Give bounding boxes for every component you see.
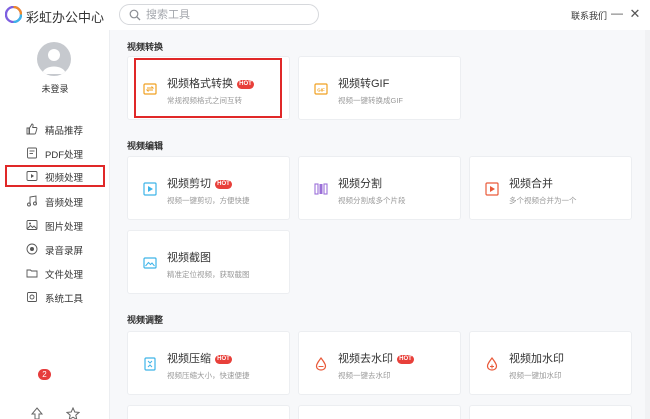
card-description: 视频一键剪切，方便快捷: [167, 196, 250, 205]
sidebar-item-recommended[interactable]: 精品推荐: [5, 118, 105, 140]
card-title: 视频转GIF: [338, 78, 390, 90]
gif-icon: GIF: [314, 83, 328, 95]
card-video-split[interactable]: 视频分割 视频分割成多个片段: [298, 156, 461, 220]
sidebar-item-label: PDF处理: [45, 150, 84, 161]
card-title: 视频剪切 HOT: [167, 175, 232, 191]
card-description: 视频一键加水印: [509, 371, 562, 380]
card-video-screenshot[interactable]: 视频截图 精准定位视频，获取截图: [127, 230, 290, 294]
music-icon: [27, 195, 37, 207]
card-description: 视频压缩大小，快速便捷: [167, 371, 250, 380]
sidebar-item-video[interactable]: 视频处理: [5, 165, 105, 187]
rainbow-logo-icon: [5, 6, 22, 23]
sidebar-item-record[interactable]: 录音录屏: [5, 238, 105, 260]
video-icon: [26, 171, 38, 181]
thumbs-up-icon: [26, 123, 38, 135]
folder-icon: [26, 269, 38, 278]
selection-highlight: [134, 58, 282, 118]
card-partial[interactable]: [127, 405, 290, 419]
search-box[interactable]: [119, 4, 319, 25]
search-input[interactable]: [146, 7, 311, 23]
sidebar-item-image[interactable]: 图片处理: [5, 214, 105, 236]
card-video-add-watermark[interactable]: 视频加水印 视频一键加水印: [469, 331, 632, 395]
card-partial[interactable]: [469, 405, 632, 419]
card-video-compress[interactable]: 视频压缩 HOT 视频压缩大小，快速便捷: [127, 331, 290, 395]
sidebar-item-label: 录音录屏: [45, 246, 84, 257]
search-icon: [129, 9, 141, 21]
card-video-to-gif[interactable]: GIF 视频转GIF 视频一键转换成GIF: [298, 56, 461, 120]
app-title: 彩虹办公中心: [26, 10, 105, 25]
scrollbar[interactable]: [645, 30, 650, 419]
card-title: 视频去水印 HOT: [338, 350, 414, 366]
card-description: 视频分割成多个片段: [338, 196, 406, 205]
card-title: 视频合并: [509, 178, 553, 190]
title-bar: 彩虹办公中心 联系我们 — ✕: [0, 0, 650, 30]
sidebar-item-label: 音频处理: [45, 198, 84, 209]
image-icon: [26, 220, 38, 230]
video-merge-icon: [485, 182, 499, 196]
record-icon: [26, 243, 38, 255]
section-title: 视频调整: [127, 315, 164, 325]
card-title: 视频加水印: [509, 353, 564, 365]
card-description: 精准定位视频，获取截图: [167, 270, 250, 279]
svg-text:GIF: GIF: [317, 88, 325, 93]
compress-icon: [144, 357, 156, 371]
contact-us-link[interactable]: 联系我们: [571, 9, 607, 22]
sidebar-item-label: 精品推荐: [45, 126, 84, 137]
card-description: 视频一键去水印: [338, 371, 391, 380]
card-description: 视频一键转换成GIF: [338, 96, 403, 105]
card-title: 视频分割: [338, 178, 382, 190]
watermark-remove-icon: [315, 357, 327, 371]
video-cut-icon: [143, 182, 157, 196]
screenshot-icon: [143, 257, 157, 269]
card-title: 视频压缩 HOT: [167, 350, 232, 366]
login-status[interactable]: 未登录: [0, 82, 110, 95]
hot-badge: HOT: [397, 355, 414, 364]
minimize-button[interactable]: —: [611, 6, 623, 22]
section-title: 视频编辑: [127, 141, 164, 151]
star-icon[interactable]: [66, 407, 80, 419]
watermark-add-icon: [486, 357, 498, 371]
hot-badge: HOT: [215, 180, 232, 189]
card-partial[interactable]: [298, 405, 461, 419]
main-content: 视频转换 视频格式转换 HOT 常规视频格式之间互转 GIF 视频转GIF 视频一…: [111, 30, 650, 419]
pdf-icon: [27, 147, 37, 159]
sidebar-item-label: 文件处理: [45, 270, 84, 281]
notification-badge: 2: [38, 369, 51, 380]
avatar[interactable]: [37, 42, 71, 76]
card-video-remove-watermark[interactable]: 视频去水印 HOT 视频一键去水印: [298, 331, 461, 395]
system-icon: [27, 292, 37, 302]
sidebar: 未登录 精品推荐 PDF处理 视频处理 音频处理 图片处理 录音录屏 文件处理 …: [0, 30, 110, 419]
sidebar-item-system[interactable]: 系统工具: [5, 286, 105, 308]
sidebar-item-pdf[interactable]: PDF处理: [5, 142, 105, 164]
sidebar-item-file[interactable]: 文件处理: [5, 262, 105, 284]
sidebar-item-audio[interactable]: 音频处理: [5, 190, 105, 212]
close-button[interactable]: ✕: [629, 6, 641, 22]
card-description: 多个视频合并为一个: [509, 196, 577, 205]
video-split-icon: [314, 183, 328, 195]
sidebar-item-label: 图片处理: [45, 222, 84, 233]
card-title: 视频截图: [167, 252, 211, 264]
sidebar-item-label: 系统工具: [45, 294, 84, 305]
section-title: 视频转换: [127, 42, 164, 52]
upgrade-icon[interactable]: [30, 407, 44, 419]
hot-badge: HOT: [215, 355, 232, 364]
sidebar-item-label: 视频处理: [45, 173, 84, 184]
card-video-cut[interactable]: 视频剪切 HOT 视频一键剪切，方便快捷: [127, 156, 290, 220]
card-video-merge[interactable]: 视频合并 多个视频合并为一个: [469, 156, 632, 220]
user-icon: [42, 49, 66, 74]
